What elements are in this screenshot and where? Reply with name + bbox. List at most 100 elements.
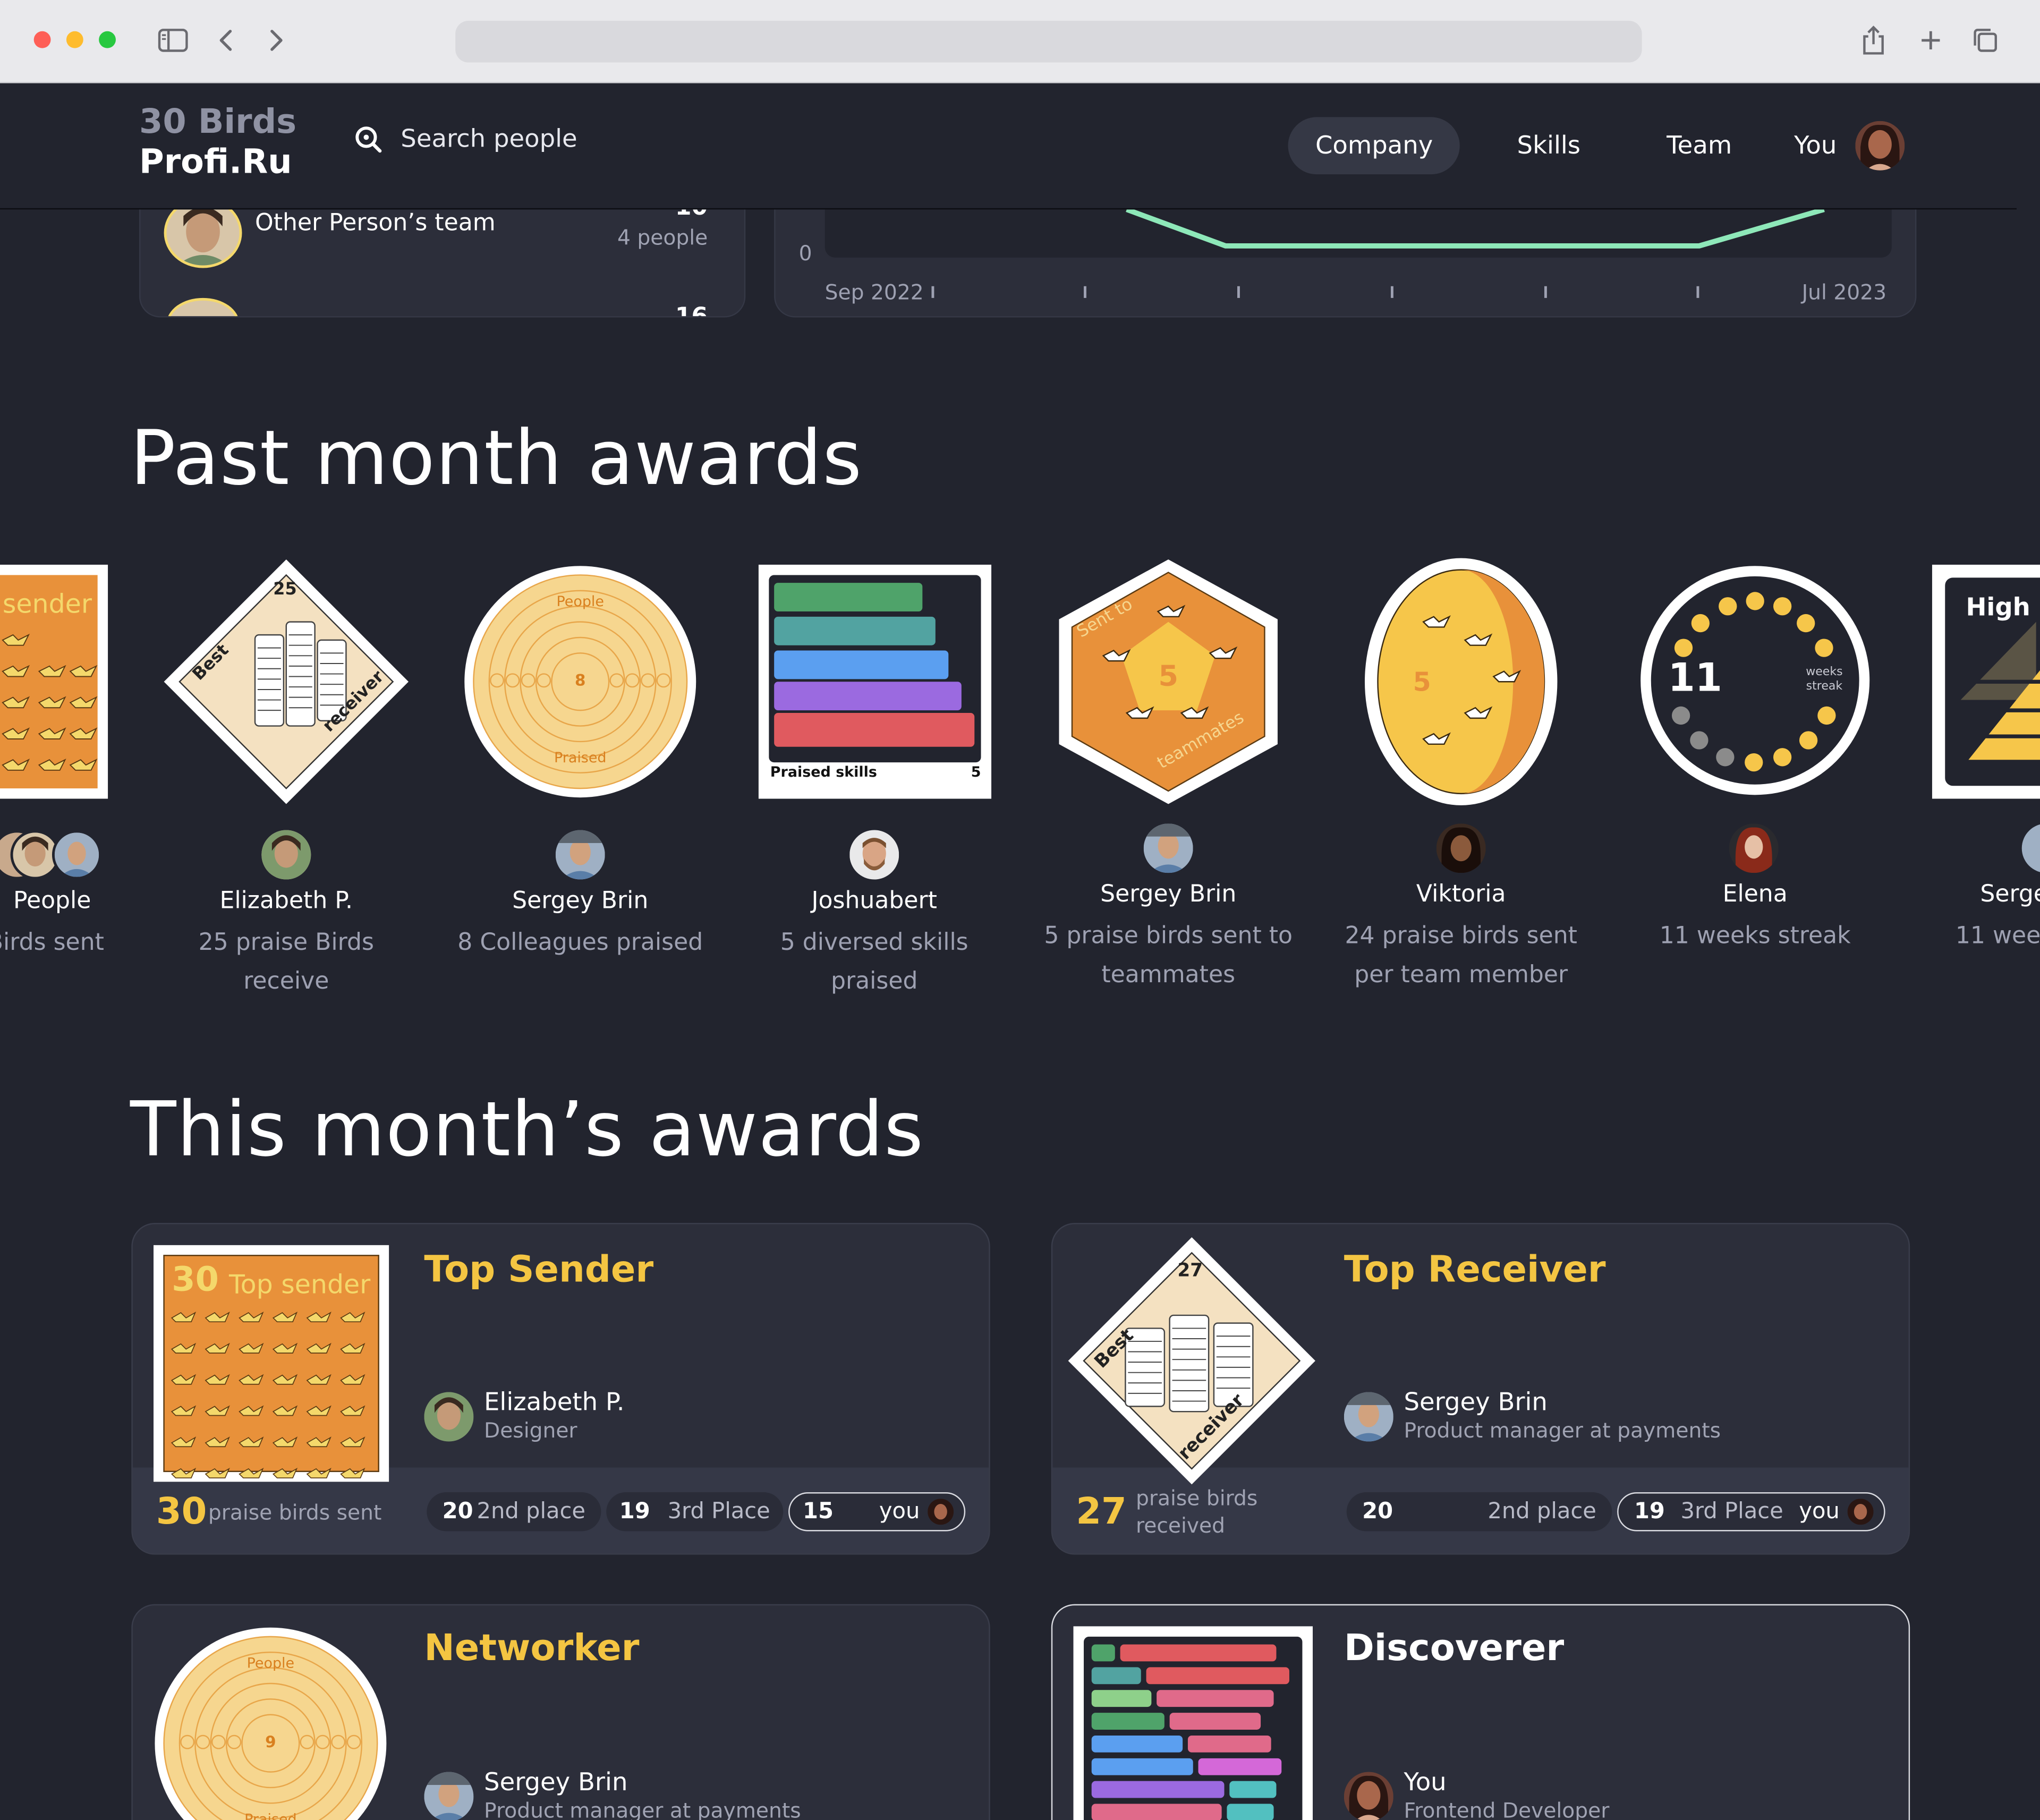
- logo-line2: Profi.Ru: [139, 143, 292, 182]
- skill-bar: [1091, 1690, 1152, 1707]
- sidebar-toggle-icon[interactable]: [156, 22, 190, 59]
- x-axis-ticks: [931, 286, 1699, 298]
- stamp-text: sender: [2, 588, 92, 619]
- badge-text: High: [1966, 593, 2030, 622]
- top-receiver-card[interactable]: 27 Best receiver Top Receiver Sergey Bri…: [1051, 1223, 1910, 1555]
- zoom-window-button[interactable]: [99, 31, 116, 48]
- winner-avatar: [424, 1392, 474, 1442]
- header-divider: [0, 208, 2017, 210]
- pill-value: 15: [803, 1499, 834, 1525]
- award-badge-sent-to-teammates[interactable]: Sent to 5 teammates: [1057, 557, 1280, 806]
- award-winner-name[interactable]: Elizabeth P.: [156, 887, 416, 914]
- avatar-group: [0, 830, 109, 880]
- skill-bar: [1091, 1735, 1183, 1753]
- pill-value: 20: [442, 1499, 473, 1525]
- new-tab-icon[interactable]: [1915, 22, 1946, 59]
- pill-label: you: [879, 1499, 920, 1525]
- award-description: 5 praise birds sent to teammates: [1025, 917, 1312, 996]
- badge-text: People: [246, 1655, 295, 1672]
- winner[interactable]: Sergey Brin Product manager at payments: [1344, 1388, 1721, 1445]
- user-avatar: [1847, 1499, 1874, 1525]
- winner-role: Product manager at payments: [1404, 1418, 1721, 1443]
- best-receiver-badge: 27 Best receiver: [1066, 1235, 1318, 1487]
- award-winner-name[interactable]: Viktoria: [1331, 881, 1591, 908]
- award-description-line: 25 praise Birds: [198, 929, 374, 957]
- nav-team[interactable]: Team: [1667, 117, 1732, 174]
- team-people-count: 4 people: [617, 225, 708, 250]
- forward-icon[interactable]: [263, 22, 289, 59]
- tab-overview-icon[interactable]: [1970, 22, 2001, 59]
- card-title: Discoverer: [1344, 1626, 1565, 1670]
- award-winner-name[interactable]: Serge: [1980, 881, 2040, 908]
- nav-you-label: You: [1794, 131, 1837, 160]
- award-winner-name[interactable]: Elena: [1625, 881, 1885, 908]
- this-month-awards-title: This month’s awards: [130, 1085, 924, 1173]
- award-stamp-top-sender[interactable]: sender: [0, 564, 108, 799]
- logo[interactable]: 30 Birds Profi.Ru: [139, 103, 296, 183]
- award-winner-name[interactable]: Sergey Brin: [450, 887, 710, 914]
- winner[interactable]: Elizabeth P. Designer: [424, 1388, 625, 1445]
- third-place-you-pill: 19 3rd Place you: [1617, 1492, 1885, 1532]
- award-badge-birds-per-member[interactable]: 5: [1364, 557, 1559, 806]
- nav-company[interactable]: Company: [1288, 117, 1460, 175]
- nav-team-label: Team: [1667, 131, 1732, 160]
- search-placeholder: Search people: [401, 125, 577, 154]
- badge-label: Praised skills: [770, 763, 877, 781]
- badge-sub: streak: [1806, 680, 1843, 694]
- pill-value: 20: [1362, 1499, 1393, 1525]
- nav-skills[interactable]: Skills: [1517, 117, 1581, 174]
- top-sender-card[interactable]: 30 Top sender Top Sender Elizabeth P. De…: [131, 1223, 990, 1555]
- pill-value: 19: [619, 1499, 650, 1525]
- award-description-line: teammates: [1101, 961, 1236, 989]
- minimize-window-button[interactable]: [66, 31, 83, 48]
- badge-sub: weeks: [1806, 666, 1843, 679]
- skill-bar: [1091, 1644, 1115, 1662]
- second-place-pill: 20 2nd place: [427, 1492, 601, 1532]
- networker-card[interactable]: People 9 Praised Networker Sergey Brin P…: [131, 1604, 990, 1820]
- team-name[interactable]: Other Person’s team: [255, 209, 496, 236]
- winner[interactable]: Sergey Brin Product manager at payments: [424, 1768, 801, 1820]
- award-badge-weeks-streak[interactable]: 11 weeks streak: [1639, 565, 1871, 796]
- badge-number: 27: [1177, 1261, 1203, 1282]
- card-title: Top Receiver: [1344, 1247, 1606, 1291]
- discoverer-card[interactable]: Discoverer You Frontend Developer: [1051, 1604, 1910, 1820]
- badge-number: 5: [971, 763, 981, 781]
- nav-you[interactable]: You: [1794, 117, 1905, 174]
- award-stamp-high[interactable]: High: [1932, 564, 2040, 799]
- logo-line1: 30 Birds: [139, 103, 297, 142]
- pill-label: 3rd Place: [667, 1499, 770, 1525]
- praised-skills-stamp: [1073, 1626, 1313, 1820]
- user-avatar: [928, 1499, 954, 1525]
- badge-text: Praised: [244, 1811, 297, 1820]
- pill-label: you: [1799, 1499, 1840, 1525]
- share-icon[interactable]: [1858, 22, 1889, 59]
- award-description: 25 praise Birds receive: [156, 924, 416, 1002]
- nav-company-label: Company: [1315, 131, 1433, 160]
- close-window-button[interactable]: [33, 31, 51, 48]
- skill-bar: [1091, 1758, 1193, 1775]
- search-people-input[interactable]: Search people: [354, 125, 577, 154]
- award-winner-name: People: [13, 887, 91, 915]
- winner-avatar: [1143, 823, 1193, 873]
- skill-bar: [1120, 1644, 1277, 1662]
- address-bar[interactable]: [455, 21, 1642, 63]
- nav-skills-label: Skills: [1517, 131, 1581, 160]
- avatar: [52, 830, 102, 880]
- winner-avatar: [555, 830, 605, 880]
- skill-bar: [1187, 1735, 1271, 1753]
- card-title: Top Sender: [424, 1247, 654, 1291]
- past-awards-title: Past month awards: [130, 413, 863, 503]
- award-badge-best-receiver[interactable]: 25 Best receiver: [162, 557, 411, 806]
- award-badge-people-praised[interactable]: People 8 Praised: [463, 565, 698, 799]
- card-title: Networker: [424, 1626, 640, 1670]
- winner[interactable]: You Frontend Developer: [1344, 1768, 1609, 1820]
- badge-number: 25: [273, 580, 297, 600]
- y-axis-zero-label: 0: [798, 241, 812, 266]
- back-icon[interactable]: [214, 22, 240, 59]
- award-description: 24 praise birds sent per team member: [1318, 917, 1604, 996]
- award-winner-name[interactable]: Sergey Brin: [1038, 881, 1298, 908]
- award-stamp-praised-skills[interactable]: Praised skills 5: [758, 564, 992, 799]
- team-count: 16: [675, 303, 708, 318]
- award-winner-name[interactable]: Joshuabert: [744, 887, 1005, 914]
- winner-role: Designer: [484, 1418, 577, 1443]
